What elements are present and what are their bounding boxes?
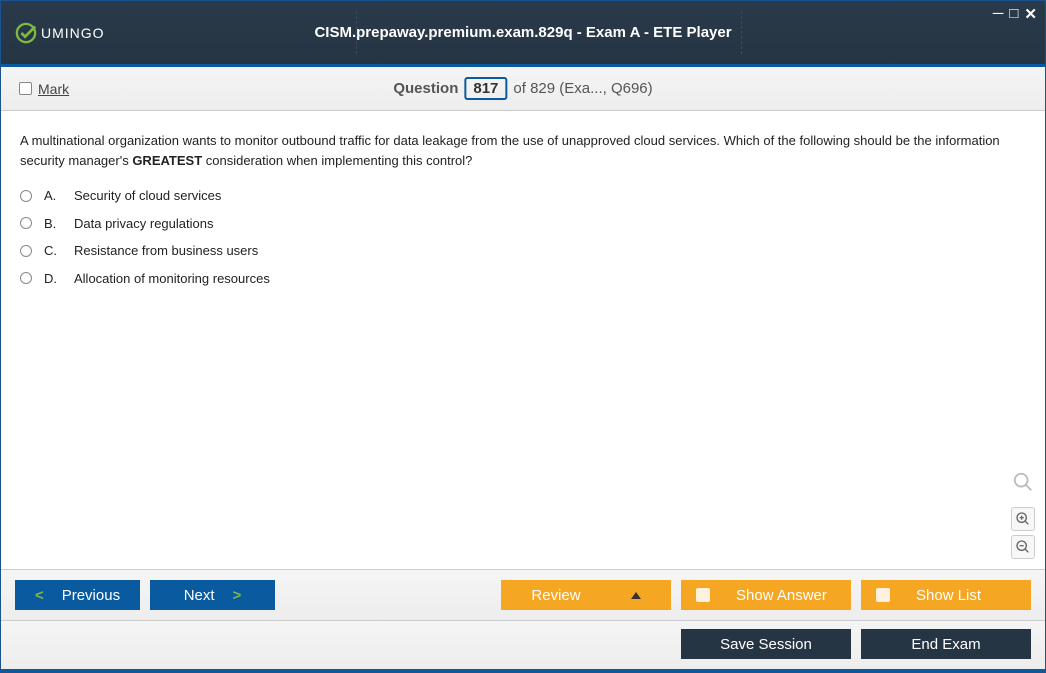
maximize-icon[interactable]: □ xyxy=(1009,5,1018,23)
option-letter: C. xyxy=(44,241,62,261)
question-number[interactable]: 817 xyxy=(464,77,507,100)
option-d[interactable]: D. Allocation of monitoring resources xyxy=(20,269,1026,289)
radio-b[interactable] xyxy=(20,217,32,229)
radio-d[interactable] xyxy=(20,272,32,284)
option-letter: D. xyxy=(44,269,62,289)
question-bar: Mark Question 817 of 829 (Exa..., Q696) xyxy=(1,67,1045,111)
option-text: Data privacy regulations xyxy=(74,214,213,234)
zoom-in-icon xyxy=(1015,511,1031,527)
mark-label[interactable]: Mark xyxy=(38,81,69,97)
previous-button[interactable]: < Previous xyxy=(15,580,140,610)
question-content: A multinational organization wants to mo… xyxy=(1,111,1045,569)
logo-text: UMINGO xyxy=(41,25,105,41)
show-list-button[interactable]: Show List xyxy=(861,580,1031,610)
option-text: Resistance from business users xyxy=(74,241,258,261)
app-header: UMINGO CISM.prepaway.premium.exam.829q -… xyxy=(1,1,1045,67)
radio-a[interactable] xyxy=(20,190,32,202)
option-letter: B. xyxy=(44,214,62,234)
answer-options: A. Security of cloud services B. Data pr… xyxy=(20,186,1026,288)
zoom-out-button[interactable] xyxy=(1011,535,1035,559)
next-button[interactable]: Next > xyxy=(150,580,275,610)
triangle-up-icon xyxy=(631,592,641,599)
option-letter: A. xyxy=(44,186,62,206)
window-controls: ─ □ ✕ xyxy=(993,5,1037,23)
show-answer-button[interactable]: Show Answer xyxy=(681,580,851,610)
bottom-bar: Save Session End Exam xyxy=(1,620,1045,672)
chevron-right-icon: > xyxy=(233,587,242,604)
navigation-bar: < Previous Next > Review Show Answer Sho… xyxy=(1,569,1045,620)
radio-c[interactable] xyxy=(20,245,32,257)
zoom-in-button[interactable] xyxy=(1011,507,1035,531)
zoom-tools xyxy=(1011,471,1035,559)
question-info: Question 817 of 829 (Exa..., Q696) xyxy=(393,77,652,100)
window-title: CISM.prepaway.premium.exam.829q - Exam A… xyxy=(314,24,731,41)
end-exam-button[interactable]: End Exam xyxy=(861,629,1031,659)
question-word: Question xyxy=(393,80,458,97)
checkmark-icon xyxy=(15,22,37,44)
minimize-icon[interactable]: ─ xyxy=(993,5,1004,23)
puzzle-icon xyxy=(696,588,710,602)
save-session-button[interactable]: Save Session xyxy=(681,629,851,659)
logo: UMINGO xyxy=(15,22,105,44)
question-total: of 829 (Exa..., Q696) xyxy=(513,80,652,97)
mark-checkbox[interactable] xyxy=(19,82,32,95)
option-text: Security of cloud services xyxy=(74,186,221,206)
search-icon[interactable] xyxy=(1012,471,1034,493)
option-text: Allocation of monitoring resources xyxy=(74,269,270,289)
mark-checkbox-wrap: Mark xyxy=(19,81,69,97)
close-icon[interactable]: ✕ xyxy=(1024,5,1037,23)
puzzle-icon xyxy=(876,588,890,602)
option-a[interactable]: A. Security of cloud services xyxy=(20,186,1026,206)
option-b[interactable]: B. Data privacy regulations xyxy=(20,214,1026,234)
review-button[interactable]: Review xyxy=(501,580,671,610)
option-c[interactable]: C. Resistance from business users xyxy=(20,241,1026,261)
question-text: A multinational organization wants to mo… xyxy=(20,131,1026,170)
zoom-out-icon xyxy=(1015,539,1031,555)
chevron-left-icon: < xyxy=(35,587,44,604)
